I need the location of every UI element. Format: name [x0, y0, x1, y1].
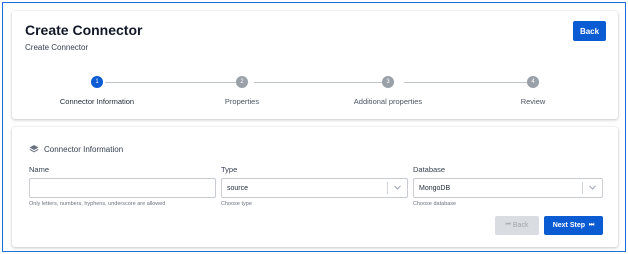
step-3-label: Additional properties: [353, 97, 423, 106]
breadcrumb: Create Connector: [25, 43, 89, 52]
name-helper-text: Only letters, numbers, hyphens, undersco…: [29, 201, 166, 207]
type-select-value: source: [227, 184, 249, 192]
type-select[interactable]: source: [221, 178, 408, 198]
type-label: Type: [221, 165, 238, 174]
layers-icon: [29, 145, 39, 153]
database-select[interactable]: MongoDB: [413, 178, 603, 198]
skip-back-icon: ⏮: [505, 222, 511, 228]
skip-forward-icon: ⏭: [588, 222, 595, 228]
name-label: Name: [29, 165, 50, 174]
select-divider: [582, 182, 583, 194]
previous-step-label: Back: [512, 222, 529, 229]
select-divider: [387, 182, 388, 194]
chevron-down-icon[interactable]: [394, 185, 401, 190]
step-2-indicator[interactable]: 2: [236, 76, 248, 88]
chevron-down-icon[interactable]: [589, 185, 596, 190]
form-card: Connector Information Name Only letters,…: [12, 127, 618, 247]
name-input[interactable]: [29, 178, 216, 198]
step-connector-line: [404, 82, 528, 83]
previous-step-button[interactable]: ⏮ Back: [495, 216, 539, 235]
database-select-value: MongoDB: [419, 184, 451, 192]
page-title: Create Connector: [25, 22, 143, 38]
step-1-indicator[interactable]: 1: [91, 76, 103, 88]
header-card: Create Connector Create Connector Back 1…: [12, 11, 618, 119]
database-helper-text: Choose database: [413, 201, 457, 207]
back-button[interactable]: Back: [573, 21, 606, 41]
step-2-label: Properties: [224, 97, 260, 106]
step-4-indicator[interactable]: 4: [527, 76, 539, 88]
database-label: Database: [413, 165, 446, 174]
stepper: 1 2 3 4 Connector Information Properties…: [12, 74, 618, 114]
app-frame: Create Connector Create Connector Back 1…: [2, 2, 626, 252]
step-3-indicator[interactable]: 3: [382, 76, 394, 88]
step-connector-line: [254, 82, 392, 83]
section-title: Connector Information: [44, 144, 124, 154]
next-step-label: Next Step: [552, 222, 585, 229]
section-header: Connector Information: [29, 144, 123, 154]
type-helper-text: Choose type: [221, 201, 252, 207]
next-step-button[interactable]: Next Step ⏭: [544, 216, 603, 235]
step-4-label: Review: [520, 97, 546, 106]
step-connector-line: [105, 82, 242, 83]
step-1-label: Connector Information: [59, 97, 135, 106]
